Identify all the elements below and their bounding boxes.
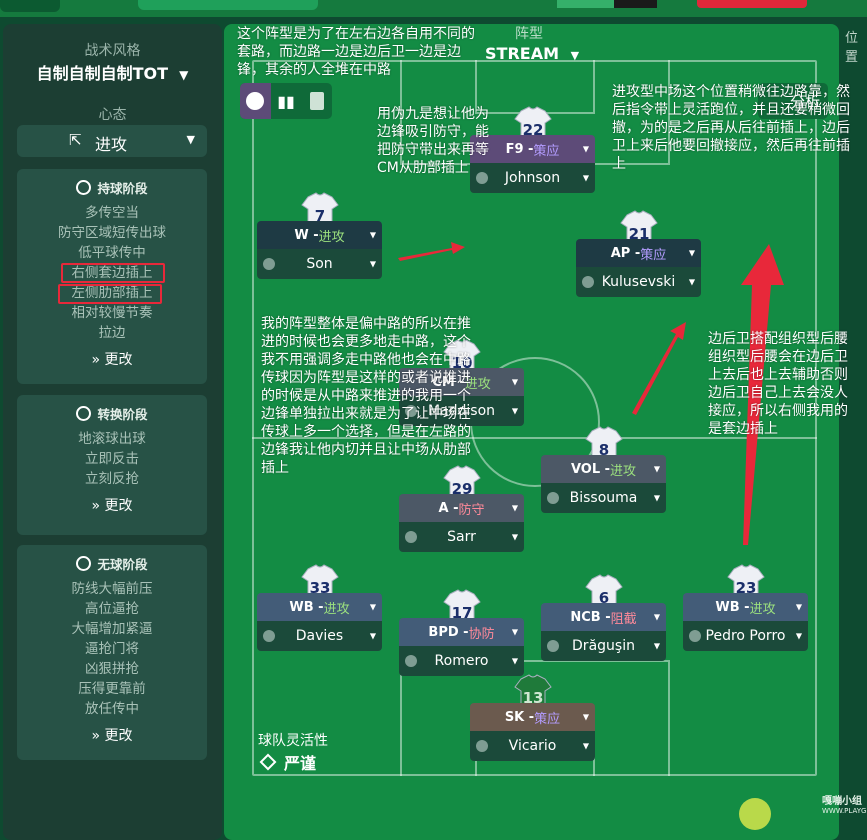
note-attacking-mid: 进攻型中场这个位置稍微往边路靠，然后指令带上灵活跑位，并且还要稍微回撤，为的是之… (612, 84, 850, 172)
person-icon (263, 630, 275, 642)
duty-label: 协防 (468, 626, 495, 642)
person-icon (547, 640, 559, 652)
player-name: Sarr (447, 529, 476, 545)
player-selector[interactable]: Bissouma ▼ (541, 483, 666, 513)
player-name: Romero (434, 653, 489, 669)
player-name: Bissouma (569, 490, 638, 506)
duty-label: 策应 (533, 143, 560, 159)
player-selector[interactable]: Pedro Porro ▼ (683, 621, 808, 651)
role-selector[interactable]: SK - 策应 ▼ (470, 703, 595, 731)
chevron-down-icon: ▼ (369, 602, 376, 612)
position-code: W - (294, 227, 319, 243)
chevron-down-icon: ▼ (511, 406, 518, 416)
position-code: AP - (610, 245, 641, 261)
note-fullback: 边后卫搭配组织型后腰组织型后腰会在边后卫上去后也上去辅助否则边后卫自己上去会没人… (708, 331, 848, 437)
player-name: Drăguşin (572, 638, 635, 654)
player-name: Pedro Porro (705, 628, 786, 644)
note-central-play: 我的阵型整体是偏中路的所以在推进的时候也会更多地走中路，这个我不用强调多走中路他… (261, 316, 471, 476)
player-name: Davies (295, 628, 344, 644)
chevron-down-icon: ▼ (511, 656, 518, 666)
chevron-down-icon: ▼ (653, 464, 660, 474)
player-name: Son (306, 256, 333, 272)
position-code: VOL - (570, 461, 611, 477)
player-name: Johnson (504, 170, 561, 186)
duty-label: 进攻 (610, 463, 637, 479)
person-icon (547, 492, 559, 504)
chevron-down-icon: ▼ (511, 377, 518, 387)
note-false-nine: 用伪九是想让他为边锋吸引防守，能把防守带出来再等CM从肋部插上 (377, 106, 489, 176)
duty-label: 阻截 (610, 611, 637, 627)
role-selector[interactable]: VOL - 进攻 ▼ (541, 455, 666, 483)
role-selector[interactable]: WB - 进攻 ▼ (257, 593, 382, 621)
player-selector[interactable]: Vicario ▼ (470, 731, 595, 761)
duty-label: 进攻 (749, 601, 776, 617)
chevron-down-icon: ▼ (582, 741, 589, 751)
position-code: WB - (715, 599, 750, 615)
chevron-down-icon: ▼ (511, 532, 518, 542)
chevron-down-icon: ▼ (369, 631, 376, 641)
person-icon (476, 740, 488, 752)
duty-label: 防守 (458, 502, 485, 518)
duty-label: 进攻 (318, 229, 345, 245)
duty-label: 策应 (640, 247, 667, 263)
chevron-down-icon: ▼ (511, 503, 518, 513)
chevron-down-icon: ▼ (582, 173, 589, 183)
person-icon (263, 258, 275, 270)
player-selector[interactable]: Romero ▼ (399, 646, 524, 676)
person-icon (689, 630, 701, 642)
role-selector[interactable]: NCB - 阻截 ▼ (541, 603, 666, 631)
position-code: F9 - (505, 141, 534, 157)
chevron-down-icon: ▼ (582, 712, 589, 722)
chevron-down-icon: ▼ (582, 144, 589, 154)
role-selector[interactable]: WB - 进攻 ▼ (683, 593, 808, 621)
player-name: Vicario (508, 738, 557, 754)
person-icon (405, 655, 417, 667)
person-icon (405, 531, 417, 543)
chevron-down-icon: ▼ (653, 493, 660, 503)
chevron-down-icon: ▼ (653, 641, 660, 651)
role-selector[interactable]: W - 进攻 ▼ (257, 221, 382, 249)
position-code: A - (438, 500, 459, 516)
role-selector[interactable]: A - 防守 ▼ (399, 494, 524, 522)
duty-label: 进攻 (323, 601, 350, 617)
chevron-down-icon: ▼ (369, 230, 376, 240)
chevron-down-icon: ▼ (653, 612, 660, 622)
position-code: WB - (289, 599, 324, 615)
player-name: Kulusevski (601, 274, 676, 290)
player-selector[interactable]: Kulusevski ▼ (576, 267, 701, 297)
chevron-down-icon: ▼ (688, 277, 695, 287)
position-code: NCB - (570, 609, 611, 625)
chevron-down-icon: ▼ (369, 259, 376, 269)
chevron-down-icon: ▼ (795, 602, 802, 612)
position-code: BPD - (428, 624, 469, 640)
duty-label: 策应 (534, 711, 561, 727)
person-icon (582, 276, 594, 288)
chevron-down-icon: ▼ (688, 248, 695, 258)
chevron-down-icon: ▼ (511, 627, 518, 637)
role-selector[interactable]: BPD - 协防 ▼ (399, 618, 524, 646)
player-selector[interactable]: Davies ▼ (257, 621, 382, 651)
player-selector[interactable]: Sarr ▼ (399, 522, 524, 552)
position-code: SK - (504, 709, 535, 725)
role-selector[interactable]: AP - 策应 ▼ (576, 239, 701, 267)
chevron-down-icon: ▼ (795, 631, 802, 641)
player-selector[interactable]: Son ▼ (257, 249, 382, 279)
note-formation: 这个阵型是为了在左右边各自用不同的套路，而边路一边是边后卫一边是边锋，其余的人全… (237, 26, 475, 78)
player-selector[interactable]: Drăguşin ▼ (541, 631, 666, 661)
